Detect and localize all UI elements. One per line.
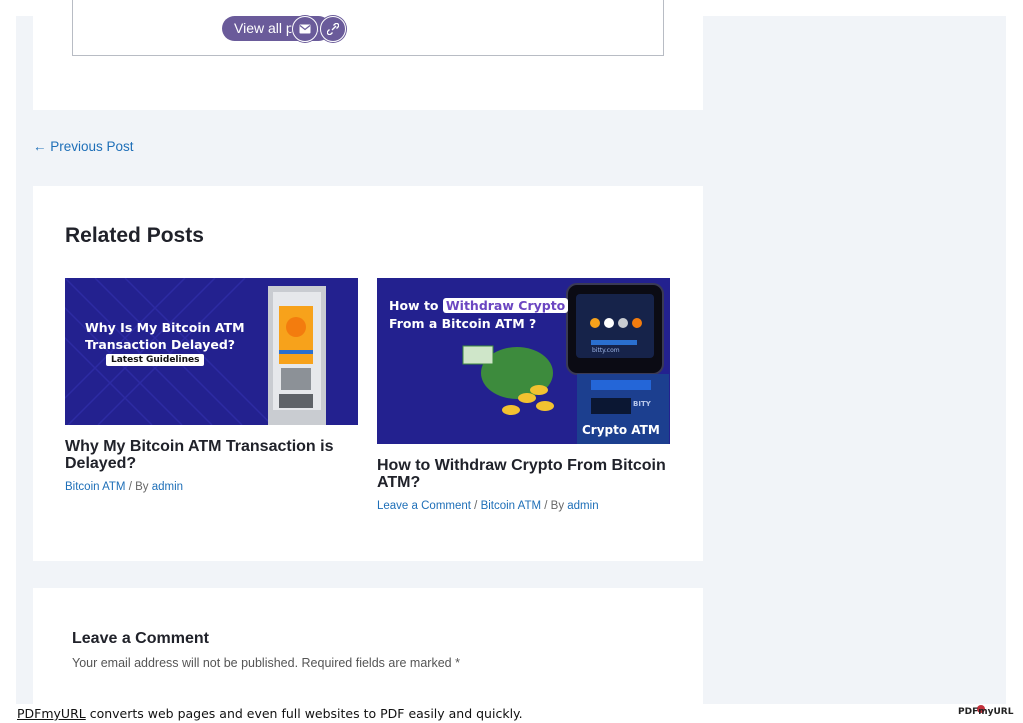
thumbnail-1-line-1: Why Is My Bitcoin ATM [85,320,245,335]
author-box: View all posts [72,0,664,56]
thumbnail-1-text: Why Is My Bitcoin ATM Transaction Delaye… [85,319,245,353]
footer-pdfmyurl-link[interactable]: PDFmyURL [17,706,86,721]
leave-comment-heading: Leave a Comment [72,630,209,647]
thumbnail-2-atm-label: Crypto ATM [582,423,660,437]
post-thumbnail-2[interactable]: How to Withdraw Crypto From a Bitcoin AT… [377,278,670,444]
footer-text: PDFmyURL converts web pages and even ful… [17,706,523,721]
related-posts-heading: Related Posts [65,224,204,247]
post-2-category-link[interactable]: Bitcoin ATM [481,500,542,512]
post-1-category-link[interactable]: Bitcoin ATM [65,481,126,493]
post-2-author-link[interactable]: admin [567,500,598,512]
post-2-by: / By [541,500,568,512]
post-thumbnail-1[interactable]: Why Is My Bitcoin ATM Transaction Delaye… [65,278,358,425]
author-box-card: View all posts [33,0,703,110]
post-1-by: / By [125,481,152,493]
footer-description: converts web pages and even full website… [85,706,523,721]
thumbnail-2-line-2: From a Bitcoin ATM ? [389,316,537,331]
previous-post-label: Previous Post [50,139,134,154]
link-icon[interactable] [320,16,346,42]
thumbnail-1-badge: Latest Guidelines [106,354,205,366]
post-2-sep: / [470,500,481,512]
email-icon[interactable] [292,16,318,42]
thumbnail-2-highlight: Withdraw Crypto [442,298,569,313]
post-meta-1: Bitcoin ATM / By admin [65,481,183,493]
comment-note: Your email address will not be published… [72,656,460,670]
pdfmyurl-logo[interactable]: PDFmyURL [958,707,1013,717]
thumbnail-2-text: How to Withdraw Crypto From a Bitcoin AT… [389,297,569,333]
previous-post-link[interactable]: ← Previous Post [33,139,134,154]
thumbnail-2-prefix: How to [389,298,443,313]
post-2-comment-link[interactable]: Leave a Comment [377,500,471,512]
thumbnail-1-line-2: Transaction Delayed? [85,337,236,352]
post-meta-2: Leave a Comment / Bitcoin ATM / By admin [377,500,599,512]
post-1-author-link[interactable]: admin [152,481,183,493]
thumbnail-2-brand: BITY [633,400,651,408]
thumbnail-2-line-1: How to Withdraw Crypto [389,297,569,315]
related-posts-card: Related Posts Why Is My Bitcoin ATM Tran… [33,186,703,561]
thumbnail-2-screen-text: bitty.com [592,347,620,354]
sidebar-area [703,16,1006,706]
post-title-1[interactable]: Why My Bitcoin ATM Transaction is Delaye… [65,438,355,472]
post-title-2[interactable]: How to Withdraw Crypto From Bitcoin ATM? [377,457,667,491]
comment-card: Leave a Comment Your email address will … [33,588,703,723]
left-arrow-icon: ← [33,139,47,154]
